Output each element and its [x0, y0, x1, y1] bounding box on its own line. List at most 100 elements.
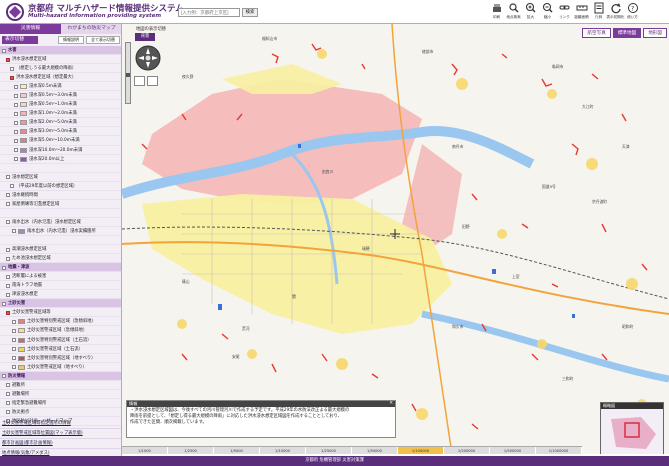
layer-item[interactable]: 浸水深0.5m〜3.0m未満 — [0, 91, 121, 101]
related-link[interactable]: 土砂災害警戒区域等位置図(マップ表示版) — [0, 429, 121, 439]
layer-item[interactable]: 津波浸水想定 — [0, 290, 121, 300]
layer-checkbox[interactable] — [14, 157, 18, 162]
layer-item[interactable]: 避難場所 — [0, 390, 121, 399]
scale-option[interactable]: 1/2500 — [168, 447, 214, 454]
zoom-slider-thumb[interactable] — [126, 73, 130, 77]
layer-item[interactable]: 活断層による被害 — [0, 272, 121, 282]
display-toggle[interactable]: 表示切替 — [2, 36, 38, 44]
layer-checkbox[interactable] — [6, 292, 10, 297]
toolbar-button-8[interactable]: ? 使い方 — [624, 1, 641, 23]
scale-option[interactable]: 1/1000 — [122, 447, 168, 454]
close-icon[interactable]: ✕ — [389, 401, 393, 407]
layer-checkbox[interactable] — [6, 392, 10, 397]
layer-checkbox[interactable] — [10, 184, 14, 189]
layer-item[interactable]: 浸水深20.0m以上 — [0, 155, 121, 164]
layer-checkbox[interactable] — [14, 93, 18, 98]
layer-item[interactable]: 浸水深0.5m〜1.0m未満 — [0, 100, 121, 110]
layer-item[interactable] — [0, 236, 121, 246]
expand-toggle-icon[interactable] — [2, 265, 6, 270]
layer-item[interactable]: 雨水出水（内水氾濫）浸水実績箇所 — [0, 227, 121, 236]
layer-checkbox[interactable] — [6, 283, 10, 288]
layer-item[interactable]: 土砂災害特別警戒区域（土石流） — [0, 336, 121, 345]
overview-map[interactable]: 概略図 — [600, 402, 664, 454]
layer-checkbox[interactable] — [14, 102, 18, 107]
layer-checkbox[interactable] — [6, 247, 10, 252]
scale-option[interactable]: 1/100000 — [398, 447, 444, 454]
layer-item[interactable]: 土砂災害特別警戒区域（地すべり） — [0, 354, 121, 363]
scale-option[interactable]: 1/500000 — [490, 447, 536, 454]
address-search-input[interactable] — [178, 8, 240, 17]
layer-checkbox[interactable] — [6, 202, 10, 207]
layer-checkbox[interactable] — [14, 84, 18, 89]
layer-item[interactable]: 指定緊急避難場所 — [0, 399, 121, 408]
layer-checkbox[interactable] — [12, 229, 16, 234]
scale-option[interactable]: 1/1000000 — [536, 447, 582, 454]
layer-checkbox[interactable] — [6, 256, 10, 261]
layer-item[interactable]: 洪水浸水想定区域 — [0, 55, 121, 65]
explanation-button[interactable]: 情報説明 — [58, 36, 84, 44]
layer-item[interactable] — [0, 164, 121, 173]
layer-checkbox[interactable] — [12, 338, 16, 342]
layer-item[interactable]: 浸水深2.0m〜5.0m未満 — [0, 118, 121, 128]
map-view[interactable]: 福知山市 綾部市 亀岡市 南丹市 由良川 国道9号 京丹波町 田野 瑞穂 篠山 … — [122, 24, 669, 454]
map-canvas[interactable] — [122, 24, 669, 454]
zoom-slider[interactable] — [125, 42, 131, 104]
layer-checkbox[interactable] — [12, 319, 16, 324]
pan-compass-icon[interactable] — [134, 44, 162, 72]
layer-checkbox[interactable] — [12, 328, 16, 333]
toolbar-button-6[interactable]: 凡例 — [590, 1, 607, 23]
layer-category[interactable]: 土砂災害 — [0, 299, 121, 309]
toolbar-button-0[interactable]: 印刷 — [488, 1, 505, 23]
layer-checkbox[interactable] — [14, 120, 18, 125]
layer-item[interactable]: 土砂災害警戒区域等 — [0, 308, 121, 318]
tab-disaster-info[interactable]: 災害情報 — [0, 24, 61, 34]
expand-toggle-icon[interactable] — [2, 374, 6, 379]
layer-item[interactable]: ため池浸水想定区域 — [0, 254, 121, 264]
toolbar-button-5[interactable]: 距離面積 — [573, 1, 590, 23]
layer-item[interactable]: 浸水深1.0m〜2.0m未満 — [0, 109, 121, 119]
scale-option[interactable]: 1/5000 — [214, 447, 260, 454]
layer-checkbox[interactable] — [6, 410, 10, 415]
layer-item[interactable]: 雨水出水（内水氾濫）浸水想定区域 — [0, 218, 121, 227]
layer-item[interactable]: 浸水深10.0m〜20.0m未満 — [0, 146, 121, 155]
expand-toggle-icon[interactable] — [2, 48, 6, 53]
layer-checkbox[interactable] — [12, 347, 16, 352]
layer-checkbox[interactable] — [6, 175, 10, 180]
layer-checkbox[interactable] — [14, 138, 18, 143]
layer-checkbox[interactable] — [6, 220, 10, 225]
layer-item[interactable]: 高潮浸水想定区域 — [0, 245, 121, 255]
toolbar-button-2[interactable]: 拡大 — [522, 1, 539, 23]
layer-item[interactable]: 土砂災害警戒区域（地すべり） — [0, 363, 121, 372]
tab-topographic-map[interactable]: 地形図 — [643, 28, 667, 38]
layer-checkbox[interactable] — [14, 111, 18, 116]
layer-checkbox[interactable] — [14, 129, 18, 134]
toolbar-button-3[interactable]: 縮小 — [539, 1, 556, 23]
layer-checkbox[interactable] — [14, 148, 18, 153]
tab-local-map[interactable]: わがまちの防災マップ — [61, 24, 121, 34]
toggle-all-button[interactable]: 全て表示切替 — [86, 36, 120, 44]
layer-item[interactable]: 浸水深5.0m〜10.0m未満 — [0, 136, 121, 146]
related-link[interactable]: 土砂災害警戒区域等指定箇所の情報 — [0, 419, 121, 429]
layer-checkbox[interactable] — [12, 365, 16, 370]
scale-option[interactable]: 1/10000 — [260, 447, 306, 454]
layer-item[interactable]: （平成29年度以前の想定区域） — [0, 182, 121, 191]
related-link[interactable]: 都市計画図(都市計画情報) — [0, 439, 121, 449]
layer-item[interactable]: 洪水浸水想定区域（想定最大） — [0, 73, 121, 83]
layer-checkbox[interactable] — [12, 356, 16, 361]
layer-checkbox[interactable] — [6, 193, 10, 198]
layer-item[interactable]: 浸水想定区域 — [0, 173, 121, 182]
layer-item[interactable]: 南海トラフ地震 — [0, 281, 121, 291]
layer-category[interactable]: 地震・津波 — [0, 263, 121, 273]
layer-category[interactable]: 水害 — [0, 46, 121, 56]
layer-checkbox[interactable] — [6, 401, 10, 406]
layer-checkbox[interactable] — [6, 310, 10, 315]
layer-item[interactable]: 避難所 — [0, 381, 121, 390]
background-toggle-button[interactable]: 背景 — [135, 33, 155, 41]
layer-item[interactable]: 土砂災害特別警戒区域（急傾斜地） — [0, 317, 121, 327]
map-mode-2d-icon[interactable] — [134, 76, 145, 86]
toolbar-button-7[interactable]: 表示初期化 — [607, 1, 624, 23]
tab-standard-map[interactable]: 標準地図 — [612, 28, 642, 38]
layer-item[interactable]: 浸水継続時間 — [0, 191, 121, 200]
layer-item[interactable] — [0, 209, 121, 218]
layer-item[interactable]: 土砂災害警戒区域（土石流） — [0, 345, 121, 354]
